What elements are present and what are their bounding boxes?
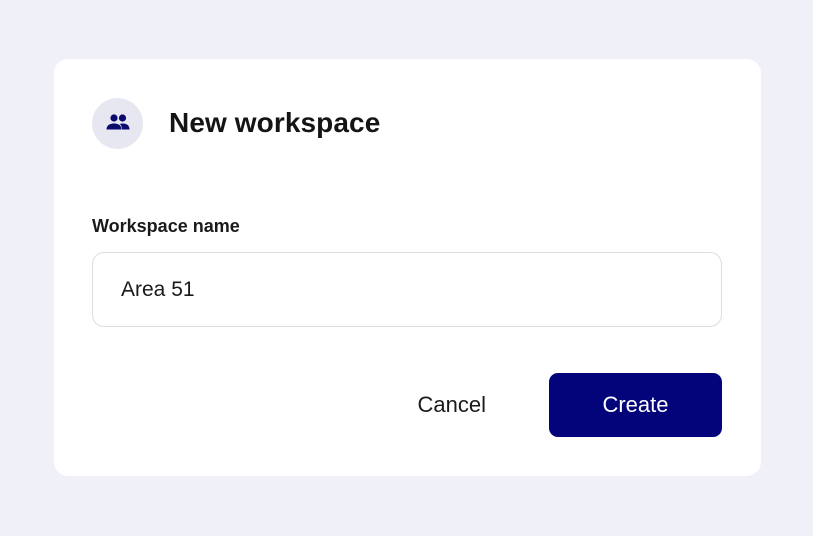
workspace-name-input[interactable] — [92, 252, 722, 327]
new-workspace-dialog: New workspace Workspace name Cancel Crea… — [54, 59, 761, 476]
cancel-button[interactable]: Cancel — [418, 373, 486, 437]
dialog-actions: Cancel Create — [418, 373, 722, 437]
dialog-header: New workspace — [92, 97, 380, 149]
workspace-name-label: Workspace name — [92, 216, 240, 236]
dialog-title: New workspace — [169, 107, 381, 138]
users-icon — [92, 97, 143, 149]
create-button[interactable]: Create — [549, 373, 722, 437]
